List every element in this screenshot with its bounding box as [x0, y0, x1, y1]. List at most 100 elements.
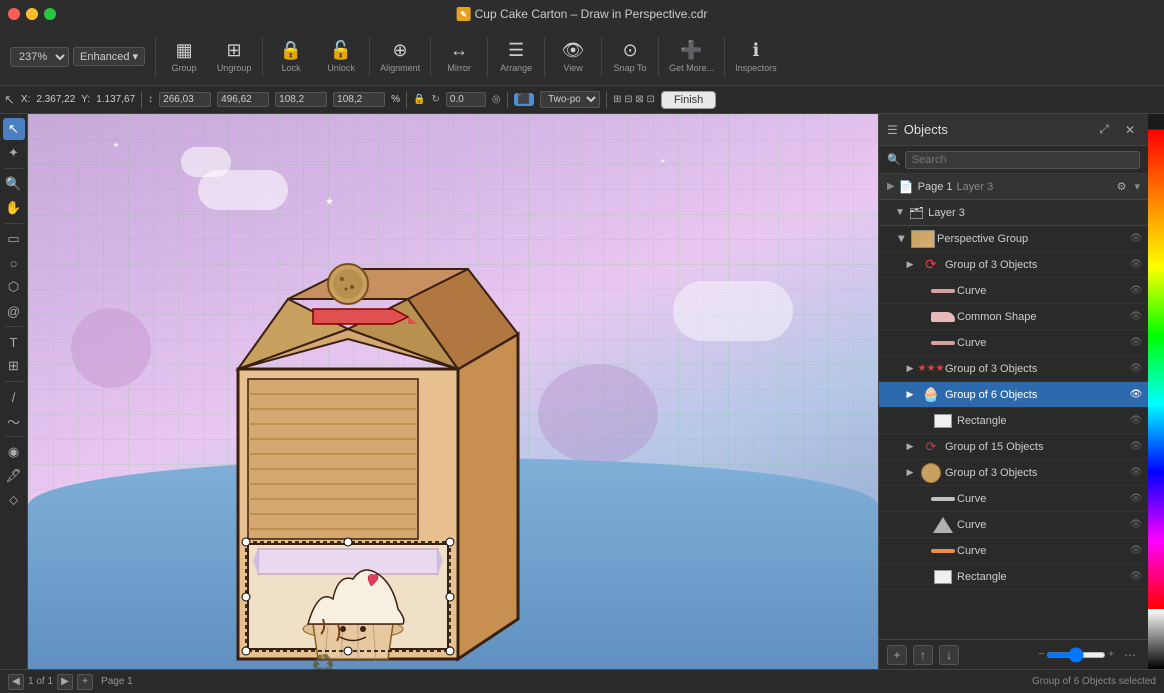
- h2-input[interactable]: [333, 92, 385, 107]
- maximize-button[interactable]: [44, 8, 56, 20]
- perspective-select[interactable]: Two-point: [540, 91, 600, 108]
- tree-arrow-icon[interactable]: ▶: [903, 466, 917, 480]
- item-thumbnail: [929, 280, 957, 302]
- pan-tool[interactable]: ✋: [3, 197, 25, 219]
- tree-item-rect1[interactable]: ▶ Rectangle 👁: [879, 408, 1148, 434]
- freehand-tool[interactable]: 〜: [3, 410, 25, 432]
- visibility-icon[interactable]: 👁: [1128, 413, 1144, 429]
- item-label: Group of 3 Objects: [945, 467, 1128, 479]
- item-label: Curve: [957, 285, 1128, 297]
- tree-item-curve1[interactable]: ▶ Curve 👁: [879, 278, 1148, 304]
- node-tool[interactable]: ✦: [3, 142, 25, 164]
- visibility-icon[interactable]: 👁: [1128, 361, 1144, 377]
- select-tool[interactable]: ↖: [3, 118, 25, 140]
- finish-button[interactable]: Finish: [661, 91, 716, 109]
- panel-expand-button[interactable]: ⤢: [1094, 120, 1114, 140]
- visibility-icon[interactable]: 👁: [1128, 465, 1144, 481]
- tree-item-curve2[interactable]: ▶ Curve 👁: [879, 330, 1148, 356]
- alignment-button[interactable]: ⊕ Alignment: [374, 36, 426, 77]
- layer-menu-icon[interactable]: ▾: [1134, 180, 1140, 193]
- item-thumbnail: [929, 488, 957, 510]
- zoom-select[interactable]: 237%: [10, 47, 69, 67]
- view-button[interactable]: 👁 View: [549, 36, 597, 77]
- tree-arrow-icon[interactable]: ▶: [903, 362, 917, 376]
- tree-arrow-icon[interactable]: ▶: [903, 388, 917, 402]
- visibility-icon[interactable]: 👁: [1128, 543, 1144, 559]
- next-page-button[interactable]: ▶: [57, 674, 73, 690]
- text-tool[interactable]: T: [3, 331, 25, 353]
- tree-arrow-icon[interactable]: ▶: [903, 440, 917, 454]
- color-gray-strip[interactable]: [1148, 609, 1164, 669]
- canvas-area[interactable]: ♻: [28, 114, 878, 669]
- visibility-icon[interactable]: 👁: [1128, 491, 1144, 507]
- smart-fill-tool[interactable]: ⬦: [3, 489, 25, 511]
- lock-button[interactable]: 🔒 Lock: [267, 36, 315, 77]
- fill-tool[interactable]: ◉: [3, 441, 25, 463]
- rectangle-tool[interactable]: ▭: [3, 228, 25, 250]
- polygon-tool[interactable]: ⬡: [3, 276, 25, 298]
- tree-item-perspective-group[interactable]: ▶ Perspective Group 👁: [879, 226, 1148, 252]
- add-layer-button[interactable]: +: [887, 645, 907, 665]
- item-thumbnail: 🧁: [917, 384, 945, 406]
- visibility-icon[interactable]: 👁: [1128, 439, 1144, 455]
- tree-item-curve4[interactable]: ▶ Curve 👁: [879, 512, 1148, 538]
- inspectors-button[interactable]: ℹ Inspectors: [729, 36, 783, 77]
- visibility-icon[interactable]: 👁: [1128, 231, 1144, 247]
- tree-item-group6[interactable]: ▶ 🧁 Group of 6 Objects 👁: [879, 382, 1148, 408]
- panel-zoom-slider[interactable]: [1046, 652, 1106, 658]
- move-layer-up-button[interactable]: ↑: [913, 645, 933, 665]
- tree-arrow-icon[interactable]: ▶: [895, 232, 909, 246]
- get-more-button[interactable]: ➕ Get More...: [663, 36, 720, 77]
- visibility-icon[interactable]: 👁: [1128, 257, 1144, 273]
- move-layer-down-button[interactable]: ↓: [939, 645, 959, 665]
- group15-thumb-icon: ⟳: [926, 439, 937, 455]
- height-input[interactable]: [217, 92, 269, 107]
- tree-item-group3-2[interactable]: ▶ ★★★ Group of 3 Objects 👁: [879, 356, 1148, 382]
- layer-gear-icon[interactable]: ⚙: [1117, 180, 1127, 193]
- tree-item-group15[interactable]: ▶ ⟳ Group of 15 Objects 👁: [879, 434, 1148, 460]
- ellipse-tool[interactable]: ○: [3, 252, 25, 274]
- group-button[interactable]: ▦ Group: [160, 36, 208, 77]
- zoom-tool[interactable]: 🔍: [3, 173, 25, 195]
- table-tool[interactable]: ⊞: [3, 355, 25, 377]
- visibility-icon[interactable]: 👁: [1128, 387, 1144, 403]
- search-input[interactable]: [905, 151, 1140, 169]
- panel-options-button[interactable]: ✕: [1120, 120, 1140, 140]
- color-rainbow-strip[interactable]: [1148, 130, 1164, 609]
- visibility-icon[interactable]: 👁: [1128, 309, 1144, 325]
- ungroup-button[interactable]: ⊞ Ungroup: [210, 36, 258, 77]
- blue-dropdown[interactable]: ⬛: [514, 93, 534, 106]
- add-page-button[interactable]: +: [77, 674, 93, 690]
- arrange-button[interactable]: ☰ Arrange: [492, 36, 540, 77]
- visibility-icon[interactable]: 👁: [1128, 335, 1144, 351]
- tree-arrow-icon[interactable]: ▶: [903, 258, 917, 272]
- tree-item-group3-3[interactable]: ▶ Group of 3 Objects 👁: [879, 460, 1148, 486]
- pen-tool[interactable]: /: [3, 386, 25, 408]
- mirror-button[interactable]: ↔ Mirror: [435, 36, 483, 77]
- visibility-icon[interactable]: 👁: [1128, 283, 1144, 299]
- minimize-button[interactable]: [26, 8, 38, 20]
- w2-input[interactable]: [275, 92, 327, 107]
- unlock-button[interactable]: 🔓 Unlock: [317, 36, 365, 77]
- enhanced-button[interactable]: Enhanced ▾: [73, 47, 145, 66]
- close-button[interactable]: [8, 8, 20, 20]
- layer-visibility-icon[interactable]: ▶: [887, 181, 895, 192]
- prev-page-button[interactable]: ◀: [8, 674, 24, 690]
- spiral-tool[interactable]: @: [3, 300, 25, 322]
- chevron-down-icon: ▾: [133, 50, 139, 63]
- visibility-icon[interactable]: 👁: [1128, 569, 1144, 585]
- visibility-icon[interactable]: 👁: [1128, 517, 1144, 533]
- width-input[interactable]: [159, 92, 211, 107]
- color-none-swatch[interactable]: [1148, 114, 1164, 130]
- snap-to-button[interactable]: ⊙ Snap To: [606, 36, 654, 77]
- tree-item-group3-1[interactable]: ▶ ⟳ Group of 3 Objects 👁: [879, 252, 1148, 278]
- tree-item-curve3[interactable]: ▶ Curve 👁: [879, 486, 1148, 512]
- panel-options-dots[interactable]: ⋯: [1120, 645, 1140, 665]
- rotation-input[interactable]: [446, 92, 486, 107]
- tree-item-rect2[interactable]: ▶ Rectangle 👁: [879, 564, 1148, 590]
- tree-item-curve5[interactable]: ▶ Curve 👁: [879, 538, 1148, 564]
- group-thumb-icon: ⟳: [925, 256, 937, 273]
- layer-collapse-arrow[interactable]: ▼: [895, 207, 905, 218]
- eyedropper-tool[interactable]: 🖋: [3, 465, 25, 487]
- tree-item-common-shape[interactable]: ▶ Common Shape 👁: [879, 304, 1148, 330]
